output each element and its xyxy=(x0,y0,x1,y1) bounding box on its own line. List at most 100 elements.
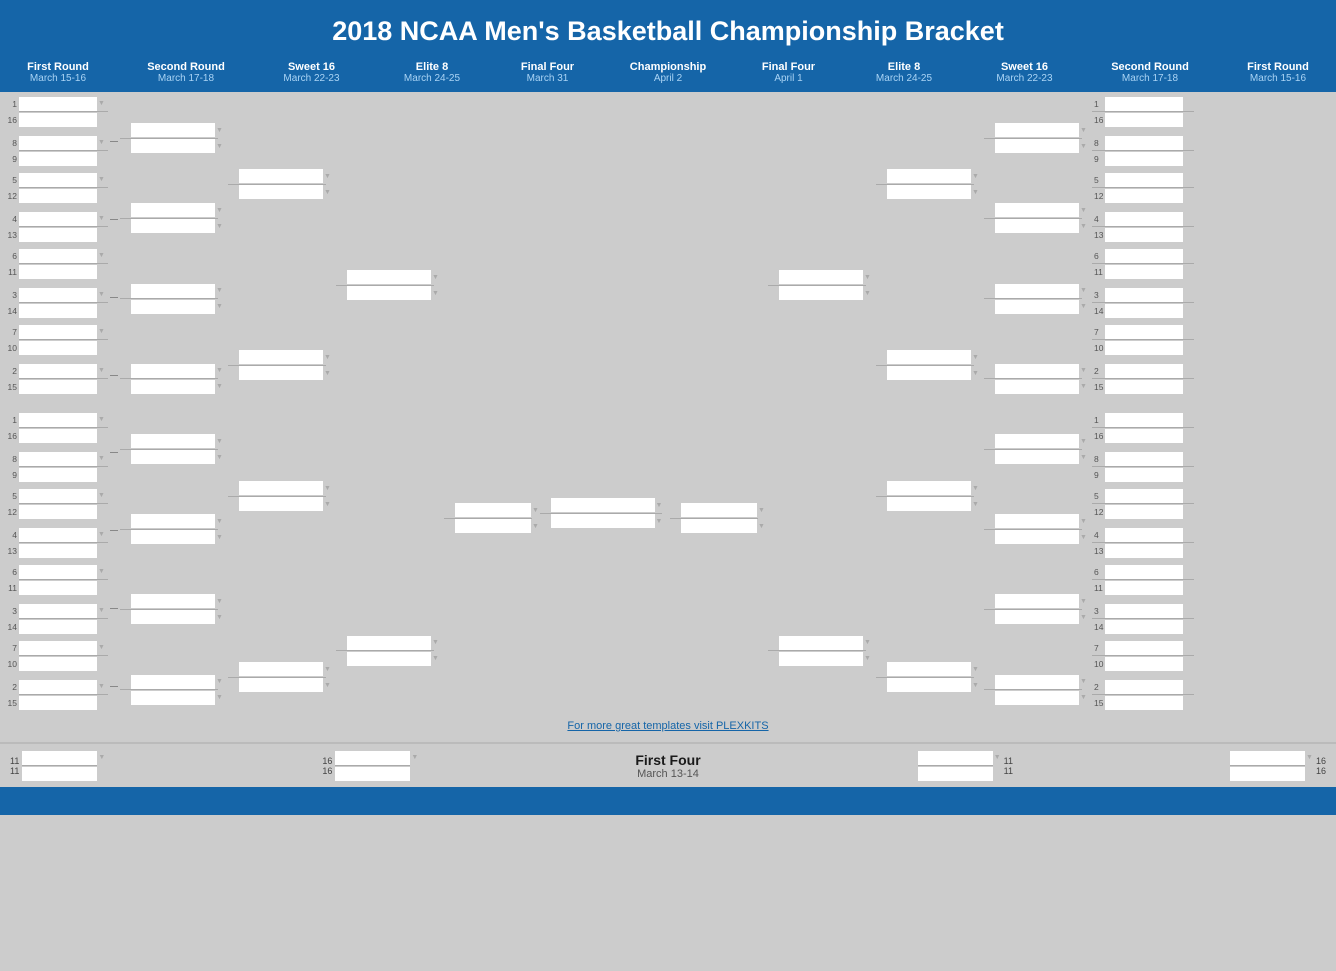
input-rr1-10a[interactable] xyxy=(1105,452,1183,466)
input-l1-2a[interactable] xyxy=(19,136,97,150)
input-l2-1a[interactable] xyxy=(131,123,215,137)
input-le8-1b[interactable] xyxy=(347,286,431,300)
input-l1-10b[interactable] xyxy=(19,468,97,482)
input-ls16-4b[interactable] xyxy=(239,678,323,692)
input-l2-1b[interactable] xyxy=(131,139,215,153)
input-rs16-1a[interactable] xyxy=(887,169,971,183)
input-lff-1a[interactable] xyxy=(455,503,531,517)
input-l1-7a[interactable] xyxy=(19,325,97,339)
input-rs16-2a[interactable] xyxy=(887,350,971,364)
input-l2-3a[interactable] xyxy=(131,284,215,298)
input-rs16-4a[interactable] xyxy=(887,662,971,676)
input-le8-2b[interactable] xyxy=(347,652,431,666)
input-rr1-16a[interactable] xyxy=(1105,680,1183,694)
input-ff3a[interactable] xyxy=(918,751,993,765)
input-rr2-3a[interactable] xyxy=(995,284,1079,298)
input-rr1-2b[interactable] xyxy=(1105,152,1183,166)
input-ff4a[interactable] xyxy=(1230,751,1305,765)
input-rr1-4b[interactable] xyxy=(1105,228,1183,242)
input-l2-6b[interactable] xyxy=(131,530,215,544)
input-rr1-5b[interactable] xyxy=(1105,265,1183,279)
input-rs16-1b[interactable] xyxy=(887,185,971,199)
input-l1-6b[interactable] xyxy=(19,304,97,318)
input-l1-4a[interactable] xyxy=(19,212,97,226)
input-l2-7b[interactable] xyxy=(131,610,215,624)
input-l1-2b[interactable] xyxy=(19,152,97,166)
input-l1-3b[interactable] xyxy=(19,189,97,203)
input-champ-1a[interactable] xyxy=(551,498,655,512)
input-rr2-1b[interactable] xyxy=(995,139,1079,153)
input-ls16-1b[interactable] xyxy=(239,185,323,199)
input-rs16-3b[interactable] xyxy=(887,497,971,511)
input-l1-1b[interactable] xyxy=(19,113,97,127)
input-l1-14a[interactable] xyxy=(19,604,97,618)
input-l1-15a[interactable] xyxy=(19,641,97,655)
input-rr1-11a[interactable] xyxy=(1105,489,1183,503)
input-l1-15b[interactable] xyxy=(19,657,97,671)
input-rr1-6b[interactable] xyxy=(1105,304,1183,318)
input-rs16-3a[interactable] xyxy=(887,481,971,495)
input-rr2-2a[interactable] xyxy=(995,203,1079,217)
input-le8-1a[interactable] xyxy=(347,270,431,284)
input-l1-12a[interactable] xyxy=(19,528,97,542)
input-rr1-8a[interactable] xyxy=(1105,364,1183,378)
input-l2-2a[interactable] xyxy=(131,203,215,217)
input-rr1-2a[interactable] xyxy=(1105,136,1183,150)
input-l1-9a[interactable] xyxy=(19,413,97,427)
input-l1-4b[interactable] xyxy=(19,228,97,242)
input-l2-7a[interactable] xyxy=(131,594,215,608)
input-l2-4b[interactable] xyxy=(131,380,215,394)
input-re8-2a[interactable] xyxy=(779,636,863,650)
input-rr1-11b[interactable] xyxy=(1105,505,1183,519)
input-rr2-6b[interactable] xyxy=(995,530,1079,544)
input-ff1b[interactable] xyxy=(22,767,97,781)
input-rff-1a[interactable] xyxy=(681,503,757,517)
input-l1-8b[interactable] xyxy=(19,380,97,394)
input-l1-3a[interactable] xyxy=(19,173,97,187)
input-ls16-4a[interactable] xyxy=(239,662,323,676)
input-ls16-2a[interactable] xyxy=(239,350,323,364)
input-rr1-10b[interactable] xyxy=(1105,468,1183,482)
input-rr1-15b[interactable] xyxy=(1105,657,1183,671)
input-ff2b[interactable] xyxy=(335,767,410,781)
input-rr2-5b[interactable] xyxy=(995,450,1079,464)
input-rr2-4a[interactable] xyxy=(995,364,1079,378)
input-rr2-2b[interactable] xyxy=(995,219,1079,233)
input-rr2-5a[interactable] xyxy=(995,434,1079,448)
input-l1-7b[interactable] xyxy=(19,341,97,355)
input-rr2-1a[interactable] xyxy=(995,123,1079,137)
input-rs16-2b[interactable] xyxy=(887,366,971,380)
input-ff4b[interactable] xyxy=(1230,767,1305,781)
input-l2-8a[interactable] xyxy=(131,675,215,689)
input-rr1-7a[interactable] xyxy=(1105,325,1183,339)
input-l1-5a[interactable] xyxy=(19,249,97,263)
input-l2-6a[interactable] xyxy=(131,514,215,528)
input-l1-6a[interactable] xyxy=(19,288,97,302)
input-l1-8a[interactable] xyxy=(19,364,97,378)
input-re8-1b[interactable] xyxy=(779,286,863,300)
input-rr1-7b[interactable] xyxy=(1105,341,1183,355)
input-re8-1a[interactable] xyxy=(779,270,863,284)
input-ls16-2b[interactable] xyxy=(239,366,323,380)
input-l1-11a[interactable] xyxy=(19,489,97,503)
input-rr2-8b[interactable] xyxy=(995,691,1079,705)
input-l1-1a[interactable] xyxy=(19,97,97,111)
input-rff-1b[interactable] xyxy=(681,519,757,533)
input-l1-11b[interactable] xyxy=(19,505,97,519)
input-l1-9b[interactable] xyxy=(19,429,97,443)
input-rr1-15a[interactable] xyxy=(1105,641,1183,655)
input-rr1-8b[interactable] xyxy=(1105,380,1183,394)
input-l1-16a[interactable] xyxy=(19,680,97,694)
input-l2-8b[interactable] xyxy=(131,691,215,705)
input-ls16-3a[interactable] xyxy=(239,481,323,495)
input-l1-10a[interactable] xyxy=(19,452,97,466)
input-rr1-4a[interactable] xyxy=(1105,212,1183,226)
input-l1-16b[interactable] xyxy=(19,696,97,710)
plexkits-link[interactable]: For more great templates visit PLEXKITS xyxy=(567,720,768,732)
input-l1-13b[interactable] xyxy=(19,581,97,595)
input-ff1a[interactable] xyxy=(22,751,97,765)
input-l2-3b[interactable] xyxy=(131,300,215,314)
input-rr1-3a[interactable] xyxy=(1105,173,1183,187)
input-l1-5b[interactable] xyxy=(19,265,97,279)
input-ff3b[interactable] xyxy=(918,767,993,781)
